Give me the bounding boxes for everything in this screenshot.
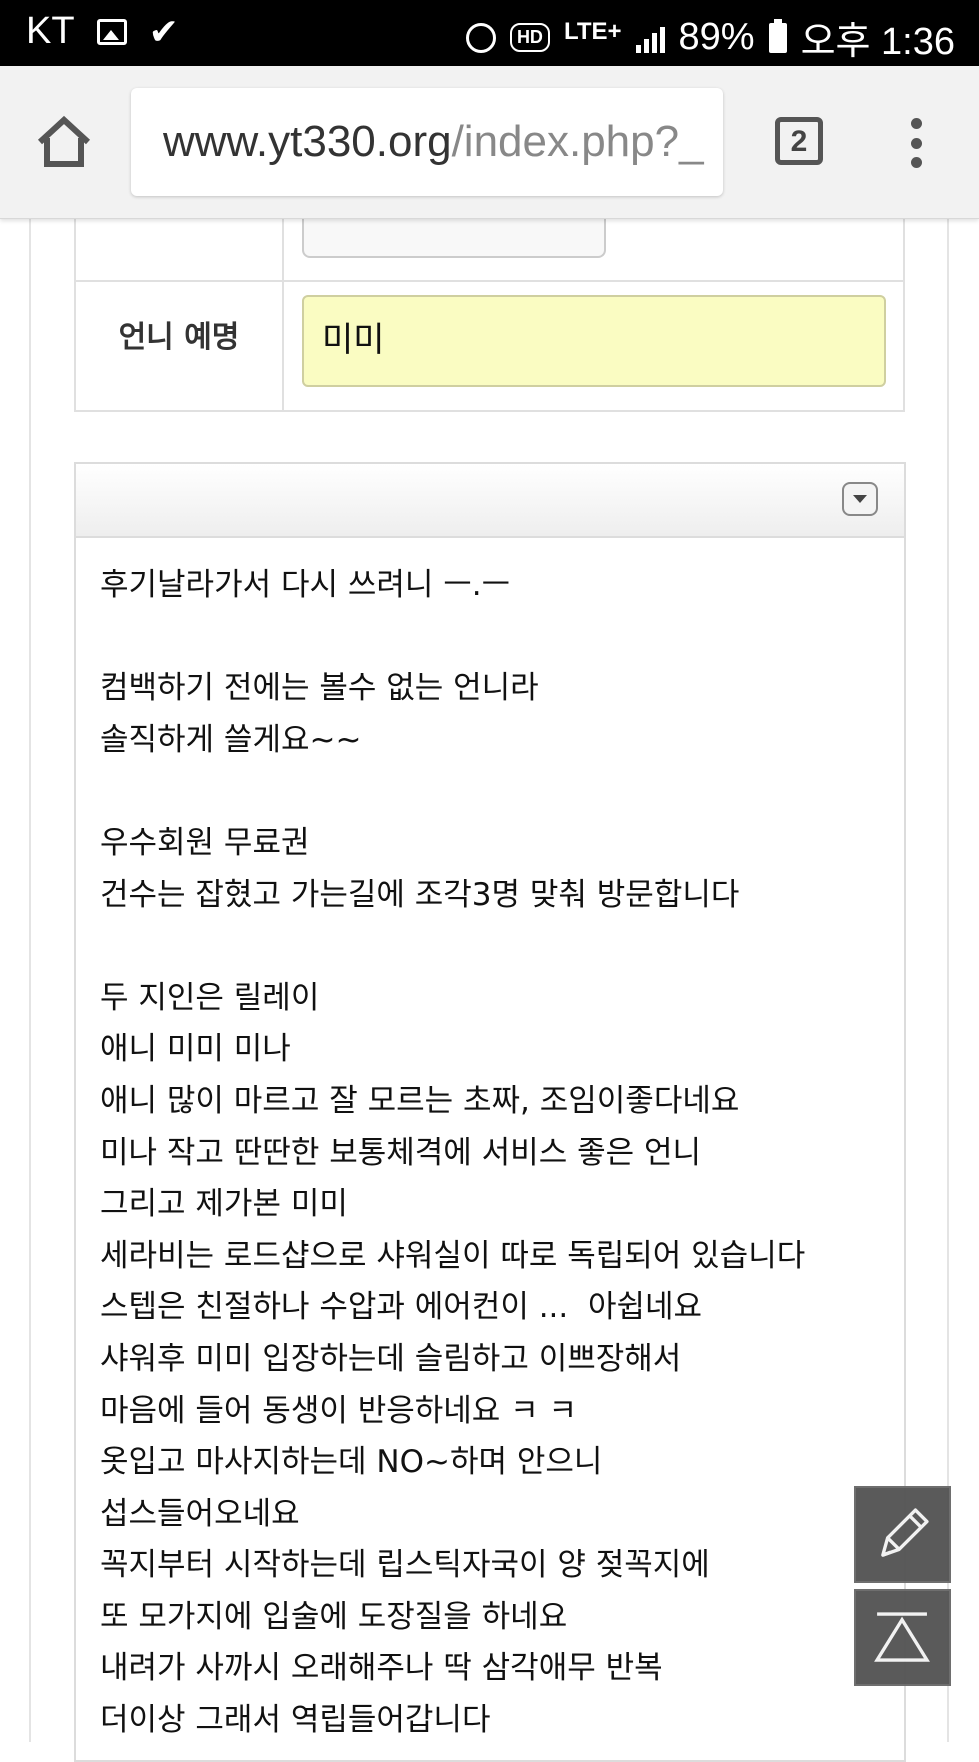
nickname-label: 언니 예명 [74,280,284,412]
review-editor[interactable]: 후기날라가서 다시 쓰려니 ㅡ.ㅡ 컴백하기 전에는 볼수 없는 언니라솔직하게 … [74,462,906,1762]
review-line: 내려가 사까시 오래해주나 딱 삼각애무 반복 [100,1650,663,1687]
review-line: 우수회원 무료권 [100,824,310,861]
write-button[interactable] [854,1486,951,1583]
review-line [100,766,904,818]
alarm-icon [465,22,496,53]
review-line: 더이상 그래서 역립들어갑니다 [100,1702,491,1739]
review-line [100,921,904,973]
review-line: 섭스들어오네요 [100,1495,300,1532]
url-host: www.yt330.org [163,117,452,166]
review-line: 건수는 잡혔고 가는길에 조각3명 맞춰 방문합니다 [100,876,740,913]
review-line: 마음에 들어 동생이 반응하네요 ㅋ ㅋ [100,1392,578,1429]
carrier-label: KT [26,10,75,52]
review-line: 샤워후 미미 입장하는데 슬림하고 이쁘장해서 [100,1340,682,1377]
clock: 오후 1:36 [800,21,955,63]
review-line: 또 모가지에 입술에 도장질을 하네요 [100,1598,568,1635]
url-path: /index.php?_ [451,117,704,166]
status-bar: KT ✔ HD LTE+ 89% 오후 1:36 [0,0,979,66]
review-line: 스텝은 친절하나 수압과 에어컨이 ... 아쉽네요 [100,1289,703,1326]
review-line: 후기날라가서 다시 쓰려니 ㅡ.ㅡ [100,567,511,603]
url-bar[interactable]: www.yt330.org/index.php?_ [131,88,723,196]
review-line: 애니 많이 마르고 잘 모르는 초짜, 조임이좋다네요 [100,1082,740,1119]
review-line: 그리고 제가본 미미 [100,1186,348,1223]
tab-switcher-button[interactable]: 2 [775,117,823,165]
editor-toolbar [76,464,904,538]
review-line: 꼭지부터 시작하는데 립스틱자국이 양 젖꼭지에 [100,1547,710,1584]
review-line: 솔직하게 쓸게요~~ [100,721,362,758]
battery-percent: 89% [678,16,755,58]
review-line: 컴백하기 전에는 볼수 없는 언니라 [100,670,539,707]
browser-toolbar: www.yt330.org/index.php?_ 2 [0,66,979,219]
home-icon[interactable] [34,112,94,172]
battery-icon [768,18,787,53]
review-line [100,612,904,664]
review-line: 두 지인은 릴레이 [100,979,320,1016]
review-line: 세라비는 로드샵으로 샤워실이 따로 독립되어 있습니다 [100,1237,806,1274]
scroll-top-button[interactable] [854,1589,951,1686]
checkmark-notification-icon: ✔ [148,10,179,52]
network-type: LTE+ [563,17,622,45]
signal-strength-icon [635,23,665,53]
more-vert-icon[interactable] [906,118,926,168]
pencil-icon [881,1508,929,1557]
nickname-input[interactable]: 미미 [302,295,886,387]
chevron-down-icon[interactable] [842,482,878,516]
review-line: 애니 미미 미나 [100,1031,291,1068]
review-line: 옷입고 마사지하는데 NO~하며 안으니 [100,1444,603,1481]
editor-content[interactable]: 후기날라가서 다시 쓰려니 ㅡ.ㅡ 컴백하기 전에는 볼수 없는 언니라솔직하게 … [76,538,904,1747]
image-notification-icon [96,18,127,45]
scroll-top-icon [874,1612,930,1662]
review-line: 미나 작고 딴딴한 보통체격에 서비스 좋은 언니 [100,1134,702,1171]
hd-voice-icon: HD [509,23,550,52]
